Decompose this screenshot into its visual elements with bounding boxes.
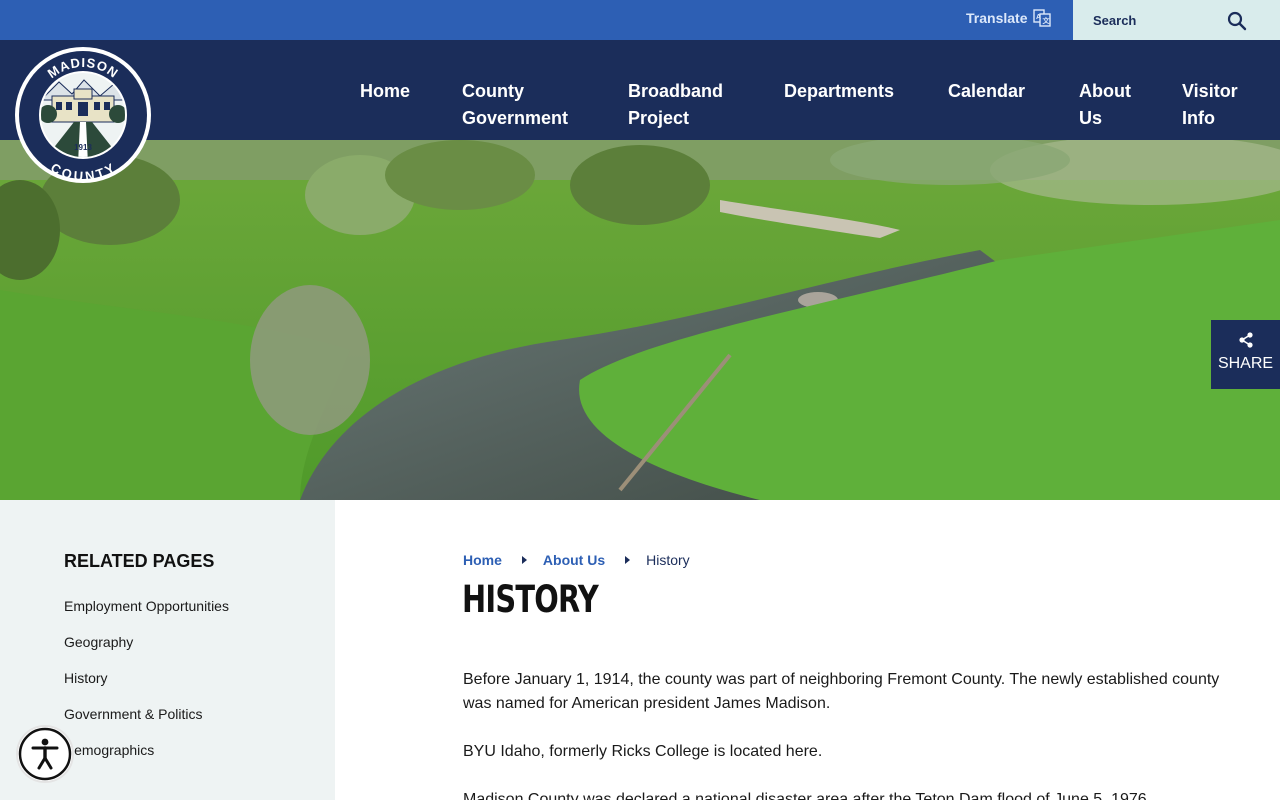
nav-label: Home — [360, 81, 411, 101]
translate-button[interactable]: Translate A 文 — [966, 9, 1052, 27]
svg-text:A: A — [1036, 14, 1041, 21]
content-paragraph: Before January 1, 1914, the county was p… — [463, 671, 1220, 712]
nav-label: Calendar — [948, 81, 1026, 101]
nav-label: Visitor — [1182, 81, 1238, 101]
page-content: Before January 1, 1914, the county was p… — [463, 668, 1223, 800]
nav-label: Government — [462, 108, 569, 128]
breadcrumb-current: History — [646, 552, 690, 568]
related-link-history[interactable]: History — [64, 660, 229, 696]
breadcrumb-arrow-icon — [521, 556, 527, 564]
nav-label: Info — [1182, 108, 1215, 128]
related-link-government-politics[interactable]: Government & Politics — [64, 696, 229, 732]
share-button[interactable]: SHARE — [1211, 320, 1280, 389]
nav-label: Departments — [784, 81, 895, 101]
translate-label: Translate — [966, 10, 1028, 26]
nav-about-us[interactable]: About Us — [1079, 78, 1131, 132]
search-icon — [1227, 11, 1247, 31]
hero-landscape-image — [0, 140, 1280, 500]
search-box — [1073, 0, 1280, 40]
breadcrumb-about-us[interactable]: About Us — [543, 552, 605, 568]
related-pages-list: Employment Opportunities Geography Histo… — [64, 588, 229, 768]
search-button[interactable] — [1225, 10, 1249, 34]
county-seal-logo[interactable]: 1913 MADISON COUNTY — [14, 44, 152, 186]
translate-icon: A 文 — [1033, 9, 1052, 27]
nav-label: Us — [1079, 108, 1103, 128]
search-input[interactable] — [1073, 0, 1233, 40]
nav-label: About — [1079, 81, 1131, 101]
breadcrumb-home[interactable]: Home — [463, 552, 502, 568]
nav-calendar[interactable]: Calendar — [948, 78, 1025, 105]
content-paragraph: BYU Idaho, formerly Ricks College is loc… — [463, 743, 823, 760]
nav-label: Broadband — [628, 81, 724, 101]
related-link-demographics[interactable]: Demographics — [64, 732, 229, 768]
nav-home[interactable]: Home — [360, 78, 410, 105]
related-link-geography[interactable]: Geography — [64, 624, 229, 660]
related-link-employment[interactable]: Employment Opportunities — [64, 588, 229, 624]
nav-county-government[interactable]: County Government — [462, 78, 568, 132]
share-icon — [1238, 332, 1253, 348]
breadcrumb-arrow-icon — [625, 556, 631, 564]
share-label: SHARE — [1217, 355, 1274, 372]
nav-broadband-project[interactable]: Broadband Project — [628, 78, 723, 132]
utility-bar: Translate A 文 — [0, 0, 1280, 40]
page-title: HISTORY — [462, 578, 599, 621]
nav-label: Project — [628, 108, 690, 128]
content-paragraph: Madison County was declared a national d… — [463, 791, 1152, 800]
related-pages-title: RELATED PAGES — [64, 551, 215, 571]
accessibility-button[interactable] — [16, 725, 74, 783]
seal-year: 1913 — [74, 143, 92, 152]
svg-text:文: 文 — [1043, 16, 1051, 25]
main-navigation: Home County Government Broadband Project… — [0, 40, 1280, 140]
nav-visitor-info[interactable]: Visitor Info — [1182, 78, 1238, 132]
breadcrumb: Home About Us History — [463, 552, 690, 568]
nav-departments[interactable]: Departments — [784, 78, 894, 105]
nav-label: County — [462, 81, 524, 101]
accessibility-icon — [18, 727, 72, 781]
